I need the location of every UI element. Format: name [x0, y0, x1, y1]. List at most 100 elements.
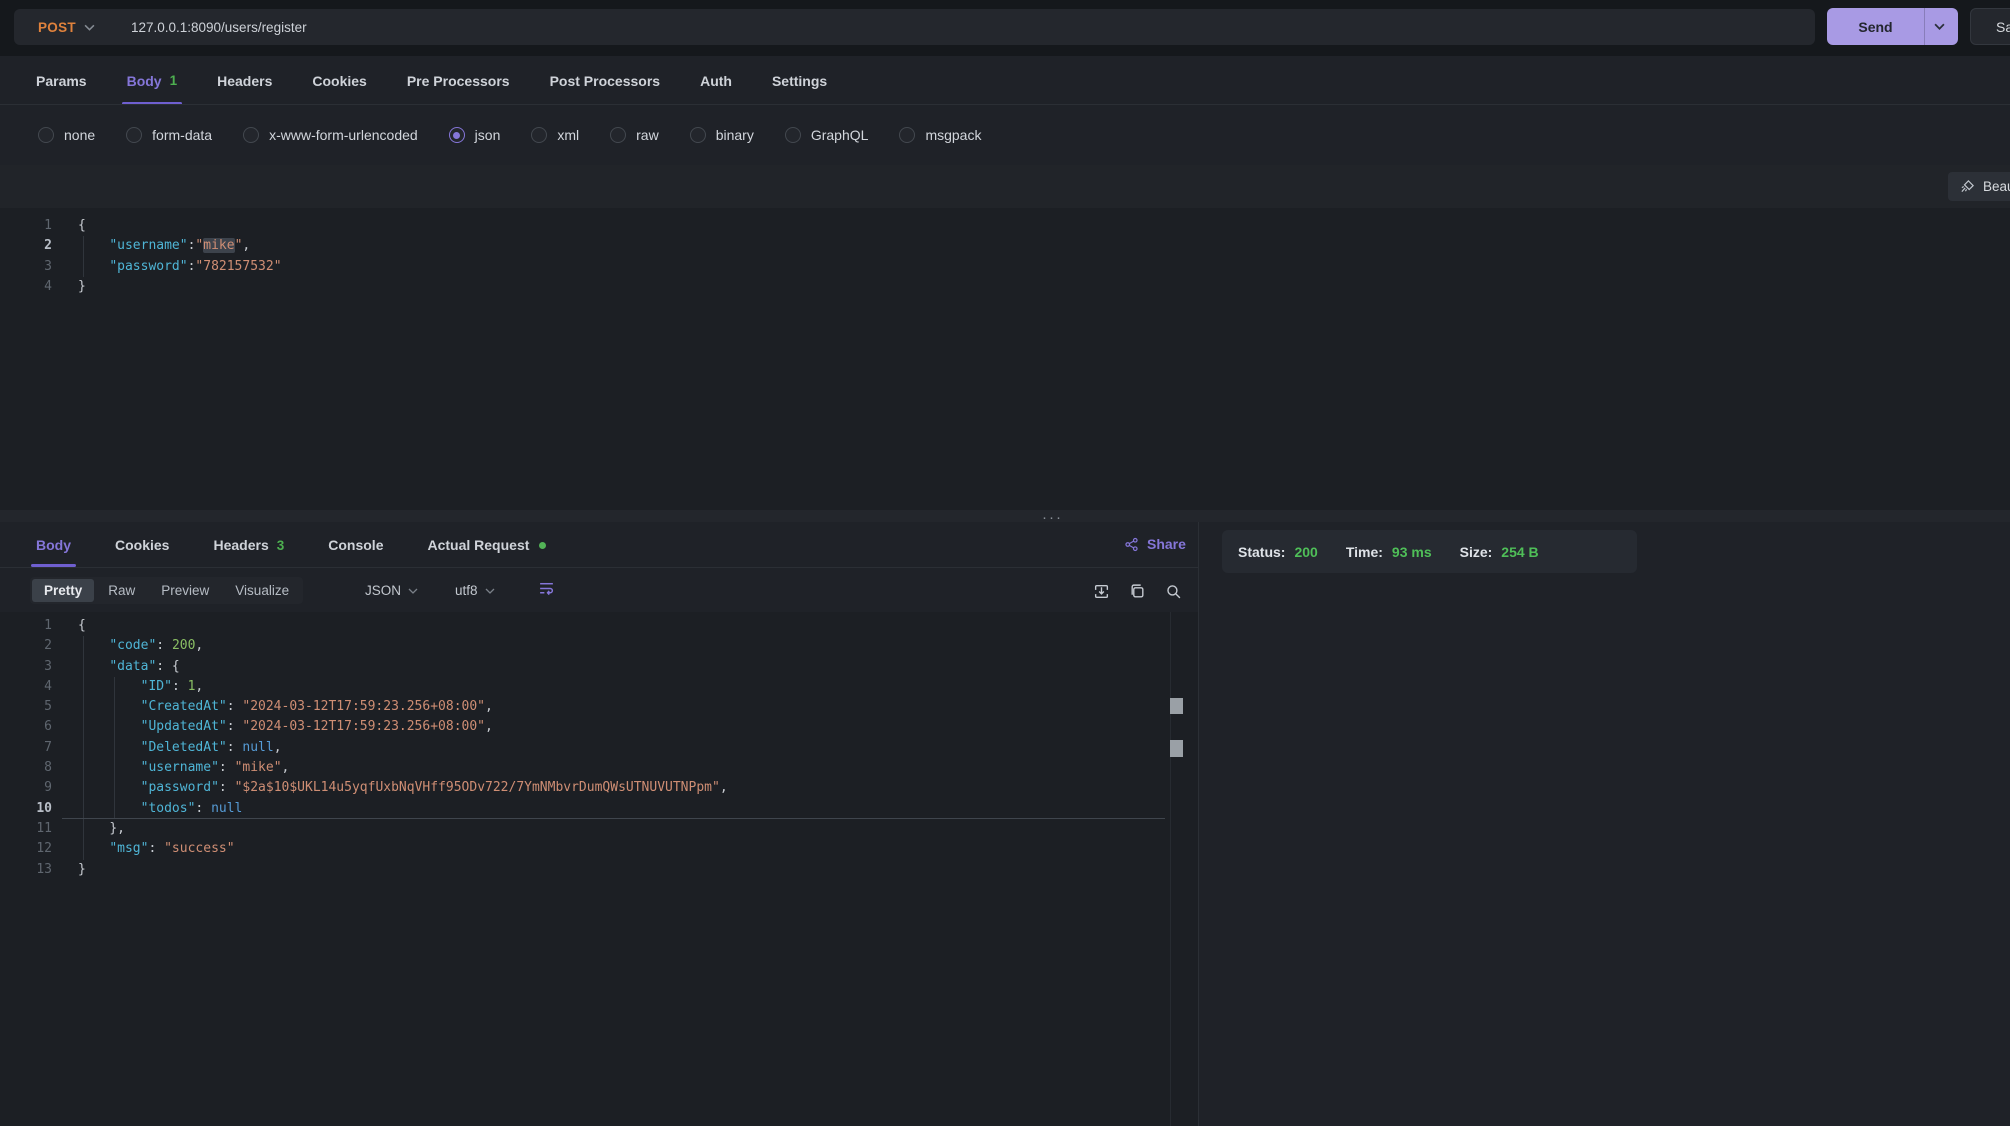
code-line: 7 "DeletedAt": null,: [0, 738, 1198, 758]
word-wrap-icon: [538, 580, 555, 597]
tab-body[interactable]: Body 1: [127, 56, 178, 105]
code-text: }: [78, 277, 86, 297]
time-label: Time:: [1346, 544, 1383, 560]
url-text[interactable]: 127.0.0.1:8090/users/register: [131, 20, 307, 35]
line-number: 13: [0, 860, 52, 880]
tab-response-console[interactable]: Console: [328, 522, 383, 568]
request-tabs: Params Body 1 Headers Cookies Pre Proces…: [36, 56, 827, 105]
beautify-icon: [1960, 179, 1975, 194]
request-body-editor[interactable]: 1{2 "username":"mike",3 "password":"7821…: [0, 208, 2010, 510]
code-text: }: [78, 860, 86, 880]
status-value: 200: [1294, 544, 1317, 560]
code-line: 12 "msg": "success": [0, 839, 1198, 859]
scrollbar-marker[interactable]: [1170, 698, 1183, 714]
headers-count-badge: 3: [277, 538, 285, 553]
response-actions: [1093, 583, 1182, 603]
copy-button[interactable]: [1129, 583, 1146, 603]
radio-icon: [690, 127, 706, 143]
radio-msgpack[interactable]: msgpack: [899, 127, 981, 143]
size-label: Size:: [1460, 544, 1493, 560]
tab-response-headers[interactable]: Headers 3: [213, 522, 284, 568]
radio-json[interactable]: json: [449, 127, 501, 143]
tab-params[interactable]: Params: [36, 56, 87, 105]
share-button[interactable]: Share: [1124, 536, 1186, 552]
code-text: "data": {: [78, 657, 180, 677]
tab-response-cookies[interactable]: Cookies: [115, 522, 169, 568]
splitter-handle[interactable]: ···: [0, 510, 2010, 522]
radio-icon: [531, 127, 547, 143]
scrollbar-track[interactable]: [1170, 612, 1171, 1126]
send-label: Send: [1827, 19, 1924, 35]
send-button[interactable]: Send: [1827, 8, 1958, 45]
code-line: 2 "username":"mike",: [0, 236, 2010, 256]
radio-icon: [785, 127, 801, 143]
response-body-editor[interactable]: 1{2 "code": 200,3 "data": {4 "ID": 1,5 "…: [0, 612, 1198, 1126]
radio-form-data[interactable]: form-data: [126, 127, 212, 143]
beautify-label: Beautify: [1983, 179, 2010, 194]
view-visualize[interactable]: Visualize: [223, 579, 301, 602]
radio-graphql[interactable]: GraphQL: [785, 127, 869, 143]
tab-headers[interactable]: Headers: [217, 56, 272, 105]
radio-x-www-form-urlencoded[interactable]: x-www-form-urlencoded: [243, 127, 418, 143]
radio-selected-icon: [449, 127, 465, 143]
code-text: "password": "$2a$10$UKL14u5yqfUxbNqVHff9…: [78, 778, 728, 798]
chevron-down-icon: [485, 588, 495, 594]
tab-cookies[interactable]: Cookies: [312, 56, 366, 105]
view-preview[interactable]: Preview: [149, 579, 221, 602]
view-raw[interactable]: Raw: [96, 579, 147, 602]
pane-divider: [1198, 522, 1199, 1126]
code-line: 4 "ID": 1,: [0, 677, 1198, 697]
save-button[interactable]: Save: [1970, 8, 2010, 45]
send-split-divider: [1924, 8, 1925, 45]
tab-pre-processors[interactable]: Pre Processors: [407, 56, 510, 105]
line-number: 12: [0, 839, 52, 859]
response-tabs: Body Cookies Headers 3 Console Actual Re…: [36, 522, 546, 568]
radio-raw[interactable]: raw: [610, 127, 659, 143]
code-line: 11 },: [0, 819, 1198, 839]
beautify-button[interactable]: Beautify: [1948, 172, 2010, 201]
code-text: },: [78, 819, 125, 839]
search-button[interactable]: [1165, 583, 1182, 603]
tab-post-processors[interactable]: Post Processors: [550, 56, 661, 105]
code-line: 6 "UpdatedAt": "2024-03-12T17:59:23.256+…: [0, 717, 1198, 737]
radio-binary[interactable]: binary: [690, 127, 754, 143]
code-line: 5 "CreatedAt": "2024-03-12T17:59:23.256+…: [0, 697, 1198, 717]
tab-auth[interactable]: Auth: [700, 56, 732, 105]
code-text: "code": 200,: [78, 636, 203, 656]
size-value: 254 B: [1501, 544, 1538, 560]
line-number: 4: [0, 277, 52, 297]
chevron-down-icon: [84, 24, 95, 31]
tab-response-body[interactable]: Body: [36, 522, 71, 568]
chevron-down-icon[interactable]: [1934, 23, 1945, 30]
word-wrap-toggle[interactable]: [538, 580, 555, 600]
chevron-down-icon: [408, 588, 418, 594]
response-meta: Status: 200 Time: 93 ms Size: 254 B: [1222, 530, 1637, 573]
time-value: 93 ms: [1392, 544, 1432, 560]
line-number: 2: [0, 636, 52, 656]
radio-xml[interactable]: xml: [531, 127, 579, 143]
body-count-badge: 1: [170, 73, 178, 88]
method-label: POST: [38, 20, 76, 35]
radio-icon: [610, 127, 626, 143]
encoding-select[interactable]: utf8: [455, 577, 495, 604]
splitter-dots-icon: ···: [1042, 509, 1063, 526]
scrollbar-marker[interactable]: [1170, 740, 1183, 757]
code-text: "username": "mike",: [78, 758, 289, 778]
line-number: 11: [0, 819, 52, 839]
view-pretty[interactable]: Pretty: [32, 579, 94, 602]
tab-actual-request[interactable]: Actual Request: [427, 522, 546, 568]
method-select[interactable]: POST: [14, 20, 113, 35]
radio-icon: [38, 127, 54, 143]
request-url-bar: POST 127.0.0.1:8090/users/register Send …: [0, 0, 2010, 56]
code-text: "ID": 1,: [78, 677, 203, 697]
format-select[interactable]: JSON: [365, 577, 418, 604]
download-button[interactable]: [1093, 583, 1110, 603]
line-number: 9: [0, 778, 52, 798]
body-type-options: none form-data x-www-form-urlencoded jso…: [38, 105, 981, 165]
radio-none[interactable]: none: [38, 127, 95, 143]
code-line: 2 "code": 200,: [0, 636, 1198, 656]
code-text: "todos": null: [78, 799, 242, 819]
url-input[interactable]: POST 127.0.0.1:8090/users/register: [14, 9, 1815, 45]
status-label: Status:: [1238, 544, 1285, 560]
tab-settings[interactable]: Settings: [772, 56, 827, 105]
